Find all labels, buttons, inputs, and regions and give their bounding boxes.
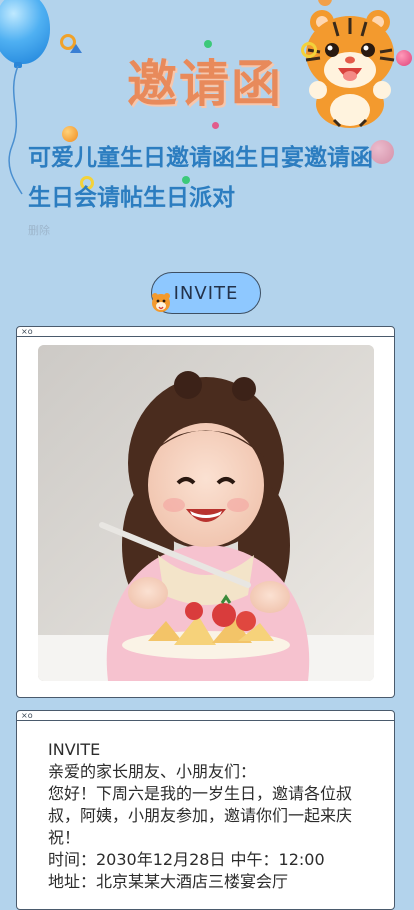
window-controls[interactable]: ×o [21,327,33,336]
invite-greeting: 亲爱的家长朋友、小朋友们： [48,762,257,781]
invite-text-card: ×o INVITE 亲爱的家长朋友、小朋友们： 您好！下周六是我的一岁生日，邀请… [16,710,395,910]
invite-heading: INVITE [48,740,101,759]
child-eating-fruit-image [38,345,374,681]
dot-decoration [212,122,219,129]
ring-decoration [301,42,317,58]
window-title-bar: ×o [17,327,394,337]
window-controls[interactable]: ×o [21,711,33,720]
window-title-bar: ×o [17,711,394,721]
child-photo [38,345,374,681]
tiger-sticker-icon [152,293,170,312]
photo-window-card: ×o [16,326,395,698]
invite-button-label: INVITE [173,282,239,304]
triangle-decoration [70,44,82,53]
balloon-decoration [0,0,50,64]
balloon-string [8,66,23,195]
invite-message-body: INVITE 亲爱的家长朋友、小朋友们： 您好！下周六是我的一岁生日，邀请各位叔… [48,739,378,893]
tiger-mascot-icon [305,10,395,128]
invitation-headline: 可爱儿童生日邀请函生日宴邀请函生日会请帖生日派对 [28,145,373,211]
invite-address: 地址：北京某某大酒店三楼宴会厅 [48,872,289,891]
delete-link[interactable]: 删除 [28,222,50,238]
invitation-title: 邀请函 [127,55,283,113]
invite-time: 时间：2030年12月28日 中午：12:00 [48,850,325,869]
invite-message: 您好！下周六是我的一岁生日，邀请各位叔叔，阿姨，小朋友参加，邀请你们一起来庆祝！ [48,784,353,847]
